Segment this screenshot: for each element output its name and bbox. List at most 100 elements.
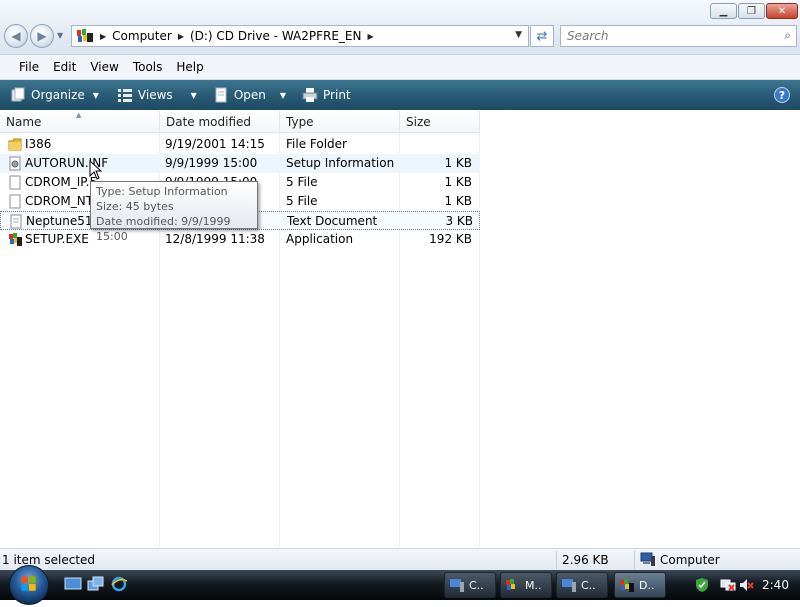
maximize-button[interactable]: ❐ (738, 3, 765, 19)
show-desktop-icon[interactable] (64, 576, 82, 592)
taskbar-clock[interactable]: 2:40 (762, 578, 789, 592)
minimize-button[interactable]: ▁ (710, 3, 737, 19)
menu-file[interactable]: File (12, 60, 46, 74)
file-type: Application (286, 232, 354, 246)
file-list: Name ▲ Date modified Type Size I386 9/19… (0, 111, 800, 547)
organize-icon (11, 87, 25, 102)
taskbar-button-label: C.. (469, 578, 484, 592)
printer-icon (302, 88, 318, 102)
file-size: 3 KB (445, 214, 473, 228)
sort-ascending-icon: ▲ (76, 111, 82, 119)
help-icon[interactable]: ? (774, 87, 790, 103)
refresh-icon: ⇄ (536, 28, 548, 44)
taskbar-button-1[interactable]: C.. (444, 572, 496, 598)
breadcrumb-computer[interactable]: Computer ▶ (112, 29, 184, 43)
views-icon (117, 89, 132, 102)
forward-arrow-icon: ▶ (37, 29, 47, 43)
volume-muted-icon[interactable] (738, 577, 754, 593)
start-button[interactable] (9, 565, 49, 605)
taskbar-button-label: M.. (525, 578, 542, 592)
forward-button[interactable]: ▶ (30, 24, 54, 48)
status-selection: 1 item selected (2, 553, 96, 567)
file-type: 5 File (286, 194, 318, 208)
taskbar-button-2[interactable]: M.. (500, 572, 552, 598)
status-location: Computer (660, 553, 720, 567)
column-header-label: Date modified (166, 114, 252, 129)
switch-windows-icon[interactable] (87, 576, 105, 592)
back-button[interactable]: ◀ (4, 24, 28, 48)
computer-icon (450, 578, 464, 592)
tooltip-size: Size: 45 bytes (96, 200, 174, 213)
address-dropdown-icon[interactable]: ▼ (515, 30, 522, 40)
tooltip-date: Date modified: 9/9/1999 15:00 (96, 215, 231, 243)
menu-view[interactable]: View (83, 60, 125, 74)
mouse-cursor-icon (89, 160, 103, 180)
security-shield-icon[interactable] (694, 577, 710, 593)
computer-icon (640, 552, 655, 566)
file-type: File Folder (286, 137, 347, 151)
organize-button[interactable]: Organize ▼ (4, 80, 105, 110)
status-size: 2.96 KB (562, 553, 609, 567)
status-divider (634, 551, 635, 569)
network-icon[interactable] (720, 577, 736, 593)
back-arrow-icon: ◀ (11, 29, 21, 43)
file-size (400, 135, 472, 154)
chevron-right-icon: ▶ (367, 31, 374, 41)
open-button[interactable]: Open ▼ (207, 80, 292, 110)
file-type: Text Document (287, 214, 378, 228)
views-label: Views (137, 88, 173, 102)
open-icon (215, 87, 227, 103)
column-header-date-modified[interactable]: Date modified (160, 111, 280, 133)
taskbar-button-3[interactable]: C.. (556, 572, 608, 598)
recent-pages-dropdown[interactable]: ▼ (57, 28, 67, 44)
command-bar: Organize ▼ Views ▼ Open ▼ Print ? (0, 80, 800, 110)
tooltip-type: Type: Setup Information (96, 185, 228, 198)
close-button[interactable]: ✕ (766, 3, 798, 19)
file-type: Setup Information (286, 156, 395, 170)
setup-exe-icon (9, 233, 22, 246)
file-row-autorun[interactable]: AUTORUN.INF 9/9/1999 15:00 Setup Informa… (0, 154, 480, 173)
file-date: 9/9/1999 15:00 (165, 156, 258, 170)
cd-drive-icon (77, 29, 93, 42)
file-row-i386[interactable]: I386 9/19/2001 14:15 File Folder (0, 135, 480, 154)
chevron-down-icon: ▼ (279, 90, 287, 100)
file-tooltip: Type: Setup Information Size: 45 bytes D… (90, 181, 258, 243)
breadcrumb-sep-root[interactable]: ▶ (100, 32, 106, 41)
blank-file-icon (9, 194, 21, 209)
file-size: 1 KB (444, 156, 472, 170)
breadcrumb-label: Computer (112, 29, 172, 43)
column-header-label: Size (406, 114, 431, 129)
menu-edit[interactable]: Edit (46, 60, 83, 74)
blank-file-icon (9, 175, 21, 190)
organize-label: Organize (31, 88, 85, 102)
setup-app-icon (506, 578, 515, 590)
file-size: 1 KB (444, 175, 472, 189)
column-header-size[interactable]: Size (400, 111, 480, 133)
breadcrumb-cd-drive[interactable]: (D:) CD Drive - WA2PFRE_EN ▶ (190, 29, 374, 43)
print-button[interactable]: Print (296, 80, 357, 110)
views-button[interactable]: Views ▼ (111, 80, 203, 110)
open-label: Open (233, 88, 266, 102)
status-bar: 1 item selected 2.96 KB Computer (0, 548, 800, 571)
chevron-down-icon: ▼ (92, 90, 99, 100)
column-header-type[interactable]: Type (280, 111, 400, 133)
address-bar: ▁ ❐ ✕ ◀ ▶ ▼ ▶ Computer ▶ (D:) CD Drive -… (0, 0, 800, 55)
column-header-label: Type (286, 114, 314, 129)
chevron-right-icon: ▶ (177, 31, 184, 41)
search-icon[interactable]: ⌕ (784, 28, 791, 43)
file-size: 1 KB (444, 194, 472, 208)
address-box[interactable]: ▶ Computer ▶ (D:) CD Drive - WA2PFRE_EN … (71, 25, 529, 47)
breadcrumb-label: (D:) CD Drive - WA2PFRE_EN (189, 29, 362, 43)
taskbar-button-label: C.. (581, 578, 596, 592)
internet-explorer-icon[interactable] (110, 576, 128, 592)
file-type: 5 File (286, 175, 318, 189)
chevron-down-icon: ▼ (190, 90, 197, 100)
refresh-button[interactable]: ⇄ (530, 25, 554, 47)
search-input[interactable]: Search ⌕ (560, 25, 797, 47)
menu-tools[interactable]: Tools (126, 60, 170, 74)
menu-bar: File Edit View Tools Help (0, 55, 800, 80)
taskbar-button-4[interactable]: D.. (614, 572, 666, 598)
menu-help[interactable]: Help (169, 60, 210, 74)
windows-logo-icon (21, 576, 36, 591)
search-placeholder: Search (567, 29, 609, 43)
